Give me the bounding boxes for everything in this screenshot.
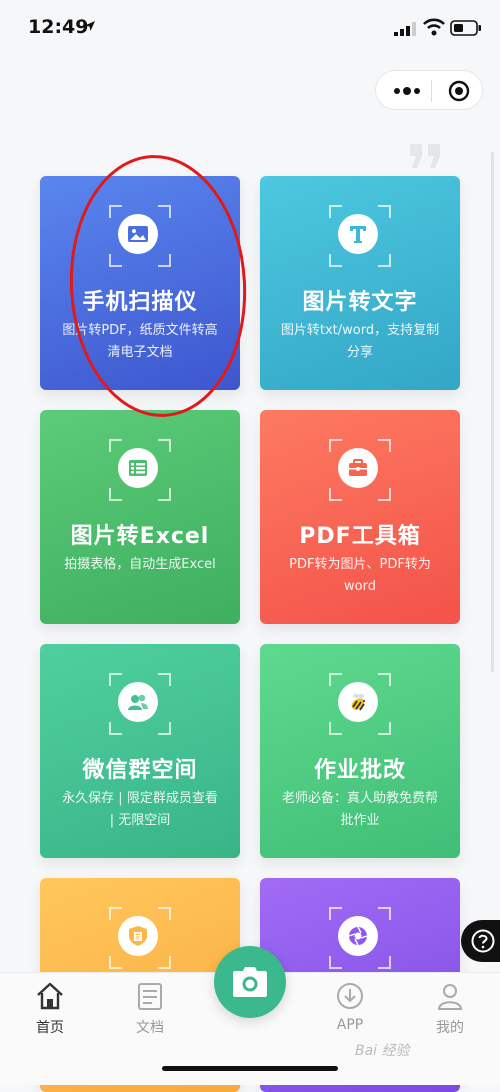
tab-app[interactable]: APP <box>315 981 385 1041</box>
card-subtitle: 老师必备：真人助教免费帮批作业 <box>281 791 438 828</box>
card-title: 作业批改 <box>313 758 406 783</box>
card-icon-circle <box>118 448 158 488</box>
group-icon <box>128 694 148 710</box>
signal-icon <box>394 22 416 36</box>
scrollbar[interactable] <box>491 152 494 672</box>
help-icon <box>471 929 495 953</box>
user-icon <box>437 984 463 1010</box>
card-subtitle: PDF转为图片、PDF转为word <box>289 557 431 594</box>
close-miniprogram-icon[interactable] <box>448 80 470 102</box>
status-time: 12:49 <box>28 16 89 38</box>
text-t-icon <box>350 226 366 243</box>
card-title: PDF工具箱 <box>299 524 421 549</box>
shield-doc-icon <box>129 926 147 946</box>
card-icon-circle <box>338 448 378 488</box>
card-icon-circle <box>338 916 378 956</box>
card-title: 微信群空间 <box>82 758 198 783</box>
watermark: Bai 经验 <box>355 1043 410 1059</box>
location-arrow-icon <box>85 21 95 31</box>
home-icon <box>37 982 63 1010</box>
miniprogram-capsule <box>375 70 483 110</box>
battery-icon <box>450 20 481 36</box>
camera-icon <box>233 967 267 997</box>
more-icon[interactable] <box>392 83 422 99</box>
card-subtitle: 拍摄表格，自动生成Excel <box>64 557 216 572</box>
aperture-icon <box>348 926 368 946</box>
tab-documents[interactable]: 文档 <box>115 981 185 1041</box>
camera-button[interactable] <box>214 946 286 1018</box>
card-icon-circle <box>118 916 158 956</box>
download-icon <box>337 983 363 1009</box>
card-title: 图片转文字 <box>302 290 418 315</box>
wifi-icon <box>423 18 445 36</box>
tab-home[interactable]: 首页 <box>15 981 85 1041</box>
card-image-to-excel[interactable]: 图片转Excel 拍摄表格，自动生成Excel <box>40 410 240 624</box>
card-wechat-group-space[interactable]: 微信群空间 永久保存 | 限定群成员查看 | 无限空间 <box>40 644 240 858</box>
table-icon <box>129 460 147 476</box>
help-button[interactable] <box>461 920 500 962</box>
card-icon-circle <box>338 682 378 722</box>
card-title: 图片转Excel <box>70 524 210 549</box>
quote-icon <box>410 144 440 168</box>
status-bar: 12:49 <box>0 0 500 60</box>
tab-label: APP <box>336 1017 364 1033</box>
card-image-to-text[interactable]: 图片转文字 图片转txt/word，支持复制分享 <box>260 176 460 390</box>
tab-label: 文档 <box>136 1020 164 1036</box>
bee-icon <box>351 694 365 711</box>
card-icon-circle <box>338 214 378 254</box>
card-icon-circle <box>118 682 158 722</box>
toolbox-icon <box>349 459 367 476</box>
card-pdf-toolbox[interactable]: PDF工具箱 PDF转为图片、PDF转为word <box>260 410 460 624</box>
tab-mine[interactable]: 我的 <box>415 981 485 1041</box>
tab-label: 首页 <box>36 1020 64 1036</box>
card-subtitle: 图片转txt/word，支持复制分享 <box>280 323 440 360</box>
card-homework-grading[interactable]: 作业批改 老师必备：真人助教免费帮批作业 <box>260 644 460 858</box>
capsule-divider <box>431 80 432 102</box>
card-subtitle: 永久保存 | 限定群成员查看 | 无限空间 <box>62 791 218 828</box>
document-icon <box>138 983 162 1010</box>
tab-label: 我的 <box>436 1020 464 1036</box>
home-indicator <box>162 1066 338 1071</box>
